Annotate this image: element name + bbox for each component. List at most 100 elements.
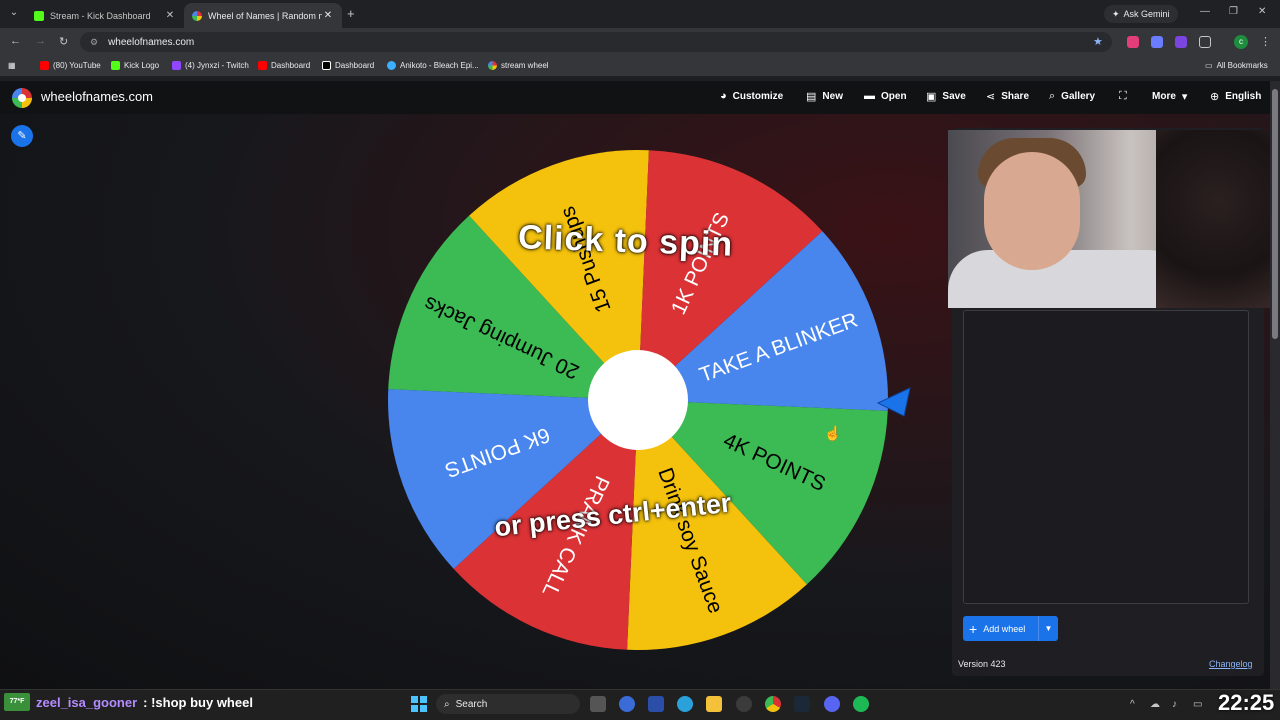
apps-grid-icon[interactable]: ▦ [8,61,16,70]
discord-icon[interactable] [824,696,840,712]
globe-icon: ⊕ [1210,91,1220,103]
tray-cloud-icon[interactable]: ☁ [1150,699,1160,710]
chrome-icon[interactable] [765,696,781,712]
site-title[interactable]: wheelofnames.com [41,89,153,104]
changelog-link[interactable]: Changelog [1209,659,1253,669]
bookmark-label: Dashboard [335,61,375,70]
bookmark-item[interactable]: Dashboard [258,61,310,70]
extensions-puzzle-icon[interactable] [1199,36,1211,48]
tab-title: Wheel of Names | Random nam [208,10,322,21]
tab-title: Stream - Kick Dashboard [50,10,151,21]
menu-label: Save [942,91,966,102]
extension-icon[interactable] [1151,36,1163,48]
gallery-button[interactable]: ⌕ Gallery [1049,90,1095,103]
reload-icon[interactable]: ↻ [59,35,68,48]
scrollbar-thumb[interactable] [1272,89,1278,339]
chevron-down-icon[interactable]: ▼ [1038,616,1058,641]
file-explorer-icon[interactable] [706,696,722,712]
chevron-down-icon: ▾ [1181,91,1188,103]
all-bookmarks[interactable]: ▭ All Bookmarks [1205,61,1268,70]
menu-label: Gallery [1061,91,1096,102]
menu-label: Customize [732,90,784,102]
taskbar-clock[interactable]: 22:25 [1218,690,1274,716]
tray-chevron-icon[interactable]: ^ [1130,699,1135,710]
bookmark-item[interactable]: Anikoto - Bleach Epi... [387,61,479,70]
new-button[interactable]: ▤ New [806,90,843,103]
anikoto-icon [387,61,396,70]
version-text: Version 423 [958,659,1006,669]
hand-cursor-icon: ☝ [824,425,842,441]
tiktok-icon [322,61,331,70]
entries-textarea[interactable] [963,310,1249,604]
app-icon[interactable] [619,696,635,712]
ask-gemini-label: Ask Gemini [1123,9,1170,19]
close-tab-icon[interactable]: ✕ [164,10,176,21]
plus-icon: + [969,620,978,637]
profile-avatar[interactable]: c [1234,35,1248,49]
menu-label: English [1225,91,1262,102]
language-button[interactable]: ⊕ English [1210,90,1261,103]
extension-icon[interactable] [1127,36,1139,48]
bookmark-label: Dashboard [271,61,311,70]
ask-gemini-button[interactable]: ✦ Ask Gemini [1104,5,1178,23]
open-button[interactable]: ▬ Open [864,90,907,102]
save-button[interactable]: ▣ Save [926,90,966,103]
app-icon[interactable] [736,696,752,712]
restore-icon[interactable]: ❐ [1229,6,1238,17]
back-icon[interactable]: ← [10,35,21,47]
minimize-icon[interactable]: — [1200,6,1210,17]
fullscreen-button[interactable]: ⛶ [1119,90,1127,103]
wheel-center-hub[interactable] [588,350,688,450]
site-info-icon[interactable]: ⚙ [90,37,98,48]
save-icon: ▣ [926,91,937,103]
add-wheel-button[interactable]: + Add wheel ▼ [963,616,1058,641]
gemini-sparkle-icon: ✦ [1112,8,1120,19]
tray-mic-icon[interactable]: ♪ [1172,699,1177,710]
telegram-icon[interactable] [677,696,693,712]
youtube-icon [40,61,49,70]
bookmarks-bar: ▦ (80) YouTube Kick Logo (4) Jynxzi - Tw… [0,56,1280,77]
tab-kick-dashboard[interactable]: Stream - Kick Dashboard ✕ [26,3,184,28]
page-scrollbar[interactable] [1270,81,1280,689]
close-tab-icon[interactable]: ✕ [322,10,334,21]
taskbar-search[interactable]: ⌕ Search [436,694,580,714]
windows-start-icon[interactable] [411,696,427,712]
folder-icon: ▬ [864,90,875,102]
click-to-spin-text[interactable]: Click to spin [517,218,733,264]
bookmark-label: (4) Jynxzi - Twitch [185,61,249,70]
browser-menu-icon[interactable]: ⋮ [1260,35,1271,48]
palette-icon: ◕ [720,90,727,102]
kick-icon [111,61,120,70]
browser-toolbar: ← → ↻ ⚙ wheelofnames.com ★ ⋮ [0,28,1280,56]
webcam-person-face [984,152,1080,270]
spotify-icon[interactable] [853,696,869,712]
bookmark-item[interactable]: Kick Logo [111,61,159,70]
bookmark-star-icon[interactable]: ★ [1093,35,1103,48]
tab-wheel-of-names[interactable]: Wheel of Names | Random nam ✕ [184,3,342,28]
wheel-logo-icon[interactable] [12,88,32,108]
close-window-icon[interactable]: ✕ [1258,6,1266,17]
address-bar[interactable]: ⚙ wheelofnames.com [80,32,1112,52]
chat-username: zeel_isa_gooner [36,694,138,710]
bookmark-item[interactable]: (80) YouTube [40,61,101,70]
twitch-icon [172,61,181,70]
steam-icon[interactable] [794,696,810,712]
task-view-icon[interactable] [590,696,606,712]
extension-icon[interactable] [1175,36,1187,48]
menu-label: Share [1001,91,1030,102]
share-button[interactable]: ⋖ Share [986,90,1029,103]
app-icon[interactable] [648,696,664,712]
kick-favicon-icon [34,10,44,21]
forward-icon[interactable]: → [35,35,46,47]
tab-search-icon[interactable]: ⌄ [6,5,22,21]
tray-display-icon[interactable]: ▭ [1193,699,1202,710]
bookmark-item[interactable]: stream wheel [488,61,549,70]
more-button[interactable]: More ▾ [1152,90,1187,103]
new-tab-button[interactable]: + [347,6,355,21]
customize-button[interactable]: ◕ Customize [720,90,783,102]
bookmark-item[interactable]: Dashboard [322,61,374,70]
webcam-person-shirt [948,250,1188,308]
bookmark-item[interactable]: (4) Jynxzi - Twitch [172,61,249,70]
edit-pencil-icon[interactable]: ✎ [11,125,33,147]
wheel-favicon-icon [192,10,202,21]
